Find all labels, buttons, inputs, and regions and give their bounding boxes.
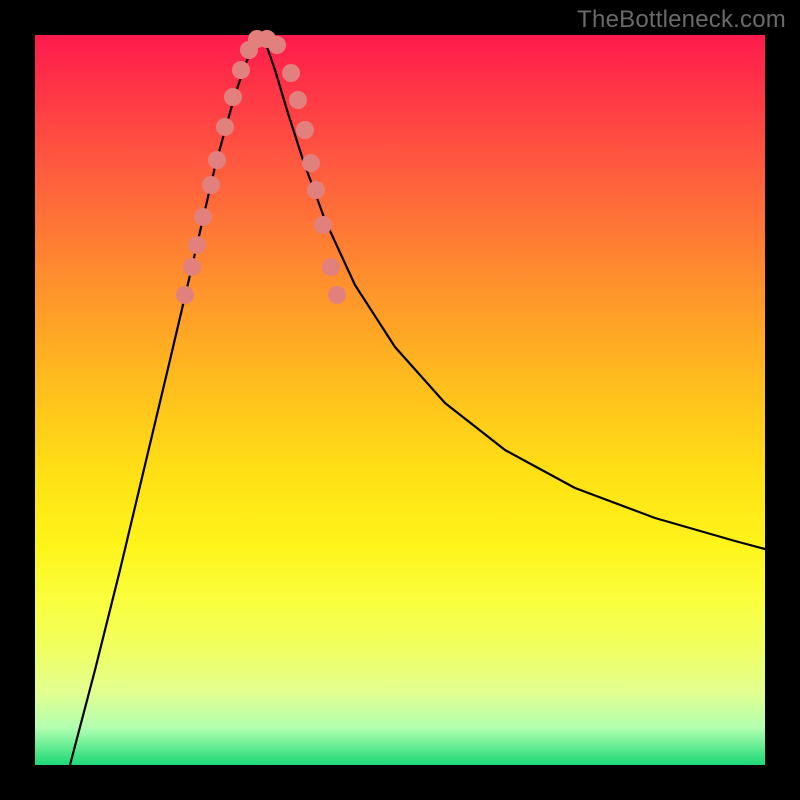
watermark-text: TheBottleneck.com bbox=[577, 6, 786, 34]
sample-dot bbox=[194, 208, 212, 226]
sample-dot bbox=[307, 181, 325, 199]
chart-plot-area bbox=[35, 35, 765, 765]
sample-dot bbox=[202, 176, 220, 194]
sample-dot bbox=[302, 154, 320, 172]
sample-dot bbox=[328, 286, 346, 304]
sample-dot bbox=[314, 216, 332, 234]
chart-frame: TheBottleneck.com bbox=[0, 0, 800, 800]
chart-svg bbox=[35, 35, 765, 765]
sample-dot bbox=[268, 36, 286, 54]
sample-dot bbox=[296, 121, 314, 139]
sample-dot bbox=[289, 91, 307, 109]
sample-dot bbox=[216, 118, 234, 136]
sample-dot bbox=[176, 286, 194, 304]
curve-left-arm bbox=[70, 37, 260, 765]
sample-dot bbox=[188, 236, 206, 254]
sample-dot bbox=[322, 258, 340, 276]
sample-dot bbox=[183, 258, 201, 276]
sample-dot bbox=[232, 61, 250, 79]
sample-dot bbox=[282, 64, 300, 82]
sample-dot bbox=[208, 151, 226, 169]
sample-dot bbox=[224, 88, 242, 106]
sample-dots bbox=[176, 30, 346, 304]
